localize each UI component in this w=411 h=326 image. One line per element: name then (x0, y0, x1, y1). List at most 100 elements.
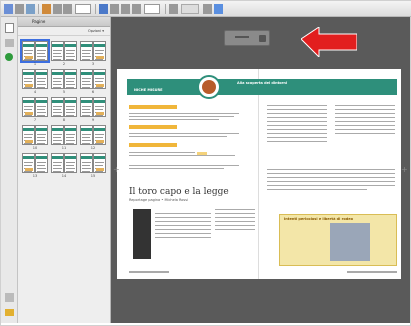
thumbnail-band (81, 44, 92, 47)
text-line (335, 121, 395, 122)
thumbnail-text-line (24, 59, 32, 60)
thumbnail-text-line (37, 56, 46, 57)
thumbnail-text-line (66, 84, 75, 85)
pages-icon[interactable] (5, 23, 14, 33)
select-tool-icon[interactable] (99, 4, 108, 14)
next-page-icon[interactable] (63, 4, 72, 14)
thumbnail-text-line (66, 143, 74, 144)
zoom-out-icon[interactable] (132, 4, 141, 14)
page-thumbnail[interactable]: 12 (80, 125, 106, 150)
thumbnail-band (52, 72, 63, 75)
page-number-field[interactable] (75, 4, 91, 14)
thumbnail-text-line (82, 143, 90, 144)
thumbnail-text-line (53, 171, 61, 172)
text-line (129, 155, 235, 156)
page-thumbnail[interactable]: 7 (22, 97, 48, 122)
comments-panel-icon[interactable] (5, 309, 14, 316)
thumbnail-page (93, 125, 106, 145)
page-thumbnail[interactable]: 11 (51, 125, 77, 150)
open-icon[interactable] (4, 4, 13, 14)
floating-toolbar[interactable] (224, 30, 270, 46)
thumbnail-text-line (53, 140, 62, 141)
thumbnail-text-line (53, 53, 61, 54)
options-label: Opzioni (88, 29, 102, 33)
page-thumbnail[interactable]: 5 (51, 69, 77, 94)
thumbnail-text-line (37, 171, 45, 172)
thumbnail-text-line (66, 115, 74, 116)
edit-icon[interactable] (42, 4, 51, 14)
signature-icon[interactable] (5, 53, 13, 61)
thumbnail-image-block (96, 56, 104, 59)
thumbnail-page (51, 125, 64, 145)
page-thumbnail[interactable]: 4 (22, 69, 48, 94)
thumbnail-band (65, 44, 76, 47)
thumbnail-text-line (53, 112, 62, 113)
text-line (267, 137, 327, 138)
thumbnail-image-block (96, 112, 104, 115)
thumbnail-text-line (66, 87, 74, 88)
zoom-in-icon[interactable] (121, 4, 130, 14)
thumbnail-text-line (24, 115, 32, 116)
thumbnail-text-line (66, 56, 75, 57)
thumbnail-text-line (53, 165, 61, 166)
floating-toolbar-button[interactable] (259, 35, 266, 42)
right-band-text: Alla scoperta dei dintorni (237, 81, 288, 85)
print-icon[interactable] (15, 4, 24, 14)
page-thumbnail[interactable]: 3 (80, 41, 106, 66)
fit-width-button[interactable] (181, 4, 199, 14)
page-thumbnail[interactable]: 10 (22, 125, 48, 150)
two-page-icon[interactable] (203, 4, 212, 14)
page-thumbnail[interactable]: 13 (22, 153, 48, 178)
panel-options[interactable]: Opzioni ▾ (18, 27, 110, 36)
page-thumbnail[interactable]: 1 (20, 39, 50, 66)
page-thumbnail[interactable]: 15 (80, 153, 106, 178)
thumbnail-text-line (24, 106, 33, 107)
comment-icon[interactable] (214, 4, 223, 14)
crop-mark-icon: + (401, 165, 408, 174)
email-icon[interactable] (26, 4, 35, 14)
hand-tool-icon[interactable] (110, 4, 119, 14)
thumbnail-page (51, 97, 64, 117)
thumbnail-page (80, 125, 93, 145)
thumbnail-band (23, 128, 34, 131)
thumbnail-text-line (66, 168, 75, 169)
thumbnail-text-line (82, 115, 90, 116)
thumbnail-text-line (37, 59, 45, 60)
thumbnail-band (94, 72, 105, 75)
page-thumbnail[interactable]: 9 (80, 97, 106, 122)
thumbnail-text-line (82, 165, 90, 166)
thumbnail-text-line (53, 78, 62, 79)
thumbnail-text-line (82, 171, 90, 172)
text-line (129, 165, 239, 166)
bookmarks-icon[interactable] (5, 39, 14, 47)
footer-line (347, 271, 397, 273)
page-thumbnail[interactable]: 8 (51, 97, 77, 122)
text-line (267, 133, 327, 134)
thumbnail-text-line (37, 78, 46, 79)
page-thumbnail[interactable]: 6 (80, 69, 106, 94)
thumbnail-band (52, 128, 63, 131)
thumbnail-text-line (82, 56, 91, 57)
text-line (215, 213, 255, 214)
document-viewer[interactable]: NICHE MISURE Alla scoperta dei dintorni … (111, 17, 410, 323)
thumbnail-text-line (82, 137, 90, 138)
thumbnail-page (64, 41, 77, 61)
page-thumbnail[interactable]: 2 (51, 41, 77, 66)
thumbnail-label: 4 (33, 90, 37, 94)
thumbnail-image-block (25, 112, 33, 115)
prev-page-icon[interactable] (53, 4, 62, 14)
thumbnail-text-line (82, 162, 91, 163)
thumbnail-text-line (66, 140, 75, 141)
page-thumbnail[interactable]: 14 (51, 153, 77, 178)
thumbnail-text-line (95, 50, 104, 51)
thumbnail-band (65, 100, 76, 103)
zoom-field[interactable] (144, 4, 160, 14)
thumbnail-text-line (37, 134, 46, 135)
thumbnail-page (64, 97, 77, 117)
sign-icon[interactable] (169, 4, 178, 14)
text-line (267, 169, 395, 170)
thumbnail-page (80, 97, 93, 117)
thumbnail-text-line (24, 165, 32, 166)
thumbnail-page (51, 41, 64, 61)
attachments-icon[interactable] (5, 293, 14, 302)
